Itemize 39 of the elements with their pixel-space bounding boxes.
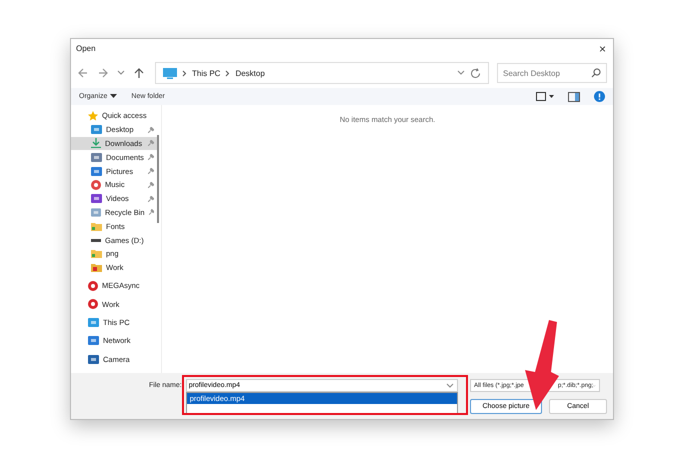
- drive-icon: [91, 238, 101, 242]
- refresh-icon[interactable]: [470, 68, 481, 78]
- chevron-down-icon[interactable]: [117, 70, 125, 76]
- network-icon: [88, 336, 99, 346]
- app-icon: [88, 280, 98, 291]
- forward-arrow-icon[interactable]: [97, 67, 109, 79]
- camera-icon: [88, 354, 99, 364]
- close-button[interactable]: ×: [596, 42, 609, 54]
- help-icon[interactable]: [594, 91, 605, 102]
- chevron-right-icon: [225, 70, 230, 76]
- chevron-down-icon[interactable]: [446, 383, 454, 389]
- folder-icon: [91, 222, 102, 231]
- search-icon: [591, 68, 601, 78]
- folder-icon: [91, 263, 102, 272]
- desktop-icon: [91, 125, 102, 134]
- recycle-bin-icon: [91, 208, 101, 217]
- scrollbar[interactable]: [157, 135, 159, 223]
- window-title: Open: [76, 44, 96, 53]
- app-icon: [88, 299, 98, 310]
- breadcrumb-item[interactable]: Desktop: [235, 68, 265, 78]
- breadcrumb-item[interactable]: This PC: [192, 68, 220, 78]
- download-icon: [91, 138, 101, 148]
- search-field[interactable]: Search Desktop: [497, 63, 607, 83]
- monitor-icon: [88, 318, 99, 328]
- preview-pane-icon[interactable]: [568, 92, 580, 102]
- monitor-icon: [163, 68, 177, 78]
- music-icon: [91, 180, 101, 190]
- videos-icon: [91, 194, 102, 204]
- caret-icon: [110, 94, 118, 99]
- documents-icon: [91, 152, 102, 162]
- folder-icon: [91, 249, 102, 258]
- up-arrow-icon[interactable]: [133, 67, 145, 79]
- chevron-down-icon[interactable]: [457, 70, 465, 76]
- star-icon: [88, 110, 98, 121]
- address-bar[interactable]: This PC Desktop: [155, 62, 489, 84]
- chevron-right-icon: [182, 70, 187, 76]
- view-icon[interactable]: [536, 92, 554, 102]
- back-arrow-icon[interactable]: [77, 67, 89, 79]
- pictures-icon: [91, 166, 102, 176]
